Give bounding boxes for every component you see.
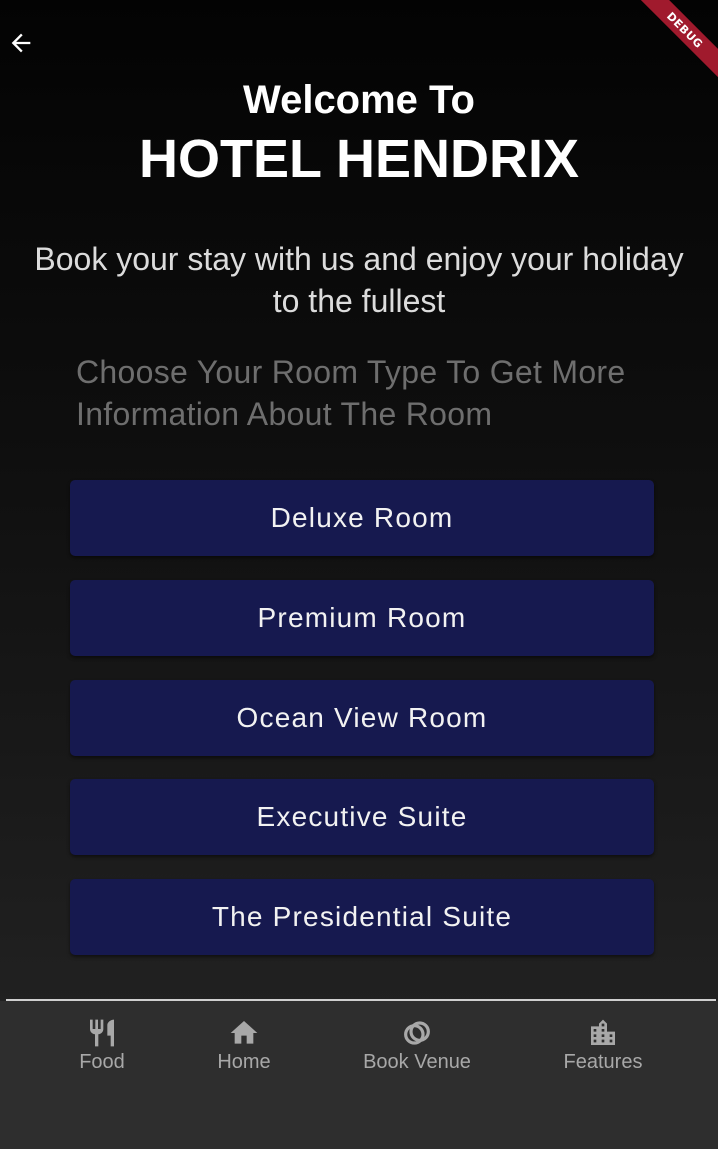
presidential-suite-button[interactable]: The Presidential Suite <box>70 879 654 955</box>
nav-label-book-venue: Book Venue <box>363 1051 471 1073</box>
restaurant-icon <box>86 1017 118 1049</box>
nav-item-home[interactable]: Home <box>204 1017 284 1074</box>
nav-label-features: Features <box>563 1051 643 1073</box>
back-button[interactable] <box>4 26 38 60</box>
debug-label: DEBUG <box>631 0 718 84</box>
nav-label-food: Food <box>79 1051 125 1073</box>
rings-icon <box>401 1017 433 1049</box>
arrow-back-icon <box>11 33 31 53</box>
building-icon <box>587 1017 619 1049</box>
welcome-heading: Welcome To <box>243 78 475 122</box>
home-icon <box>228 1017 260 1049</box>
hotel-home-screen: DEBUG Welcome To HOTEL HENDRIX Book your… <box>0 0 718 1149</box>
tagline-text: Book your stay with us and enjoy your ho… <box>34 241 684 319</box>
ocean-view-room-button[interactable]: Ocean View Room <box>70 680 654 756</box>
deluxe-room-button[interactable]: Deluxe Room <box>70 480 654 556</box>
nav-item-food[interactable]: Food <box>62 1017 142 1074</box>
executive-suite-button[interactable]: Executive Suite <box>70 779 654 855</box>
nav-label-home: Home <box>217 1051 271 1073</box>
hotel-name-title: HOTEL HENDRIX <box>138 129 580 189</box>
premium-room-button[interactable]: Premium Room <box>70 580 654 656</box>
bottom-navigation-bar: Food Home Book Venue Features <box>0 1001 718 1149</box>
nav-item-book-venue[interactable]: Book Venue <box>352 1017 482 1074</box>
room-type-instruction: Choose Your Room Type To Get More Inform… <box>76 354 626 432</box>
nav-item-features[interactable]: Features <box>553 1017 653 1074</box>
